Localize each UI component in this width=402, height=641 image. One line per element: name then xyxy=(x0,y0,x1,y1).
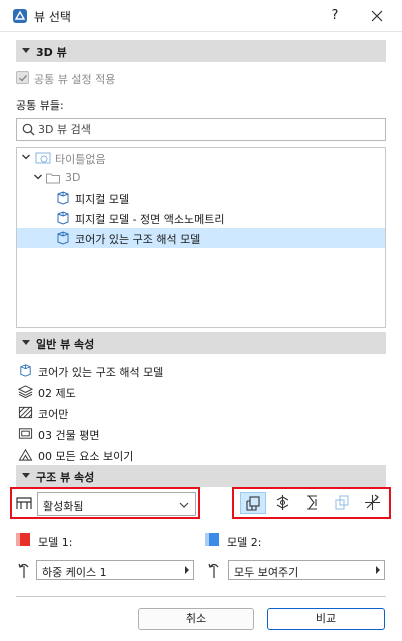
footer-separator xyxy=(16,596,386,597)
3d-view-icon xyxy=(57,211,69,225)
layers-icon xyxy=(18,385,33,399)
chevron-right-icon xyxy=(185,566,189,574)
axis-icon xyxy=(365,494,380,510)
surface-button[interactable] xyxy=(330,492,356,514)
title-bar: 뷰 선택 ? xyxy=(0,0,402,32)
section-3d-view-label: 3D 뷰 xyxy=(36,46,67,59)
tree-item-label: 코어가 있는 구조 해석 모델 xyxy=(75,233,201,246)
general-prop-label: 코어가 있는 구조 해석 모델 xyxy=(38,366,164,379)
surface-icon xyxy=(335,495,349,510)
3d-view-icon xyxy=(57,231,69,245)
structural-display-button[interactable] xyxy=(240,492,266,514)
tree-folder-row[interactable]: 3D xyxy=(17,168,385,188)
search-input[interactable] xyxy=(38,121,378,138)
model2-swatch xyxy=(205,533,219,546)
collapse-triangle-icon xyxy=(22,340,30,345)
checkmark-icon xyxy=(19,75,28,82)
general-prop-label: 03 건물 평면 xyxy=(38,429,100,442)
load-case-icon xyxy=(18,563,29,578)
general-prop-label: 02 제도 xyxy=(38,387,76,400)
chevron-right-icon xyxy=(376,566,380,574)
section-structural-label: 구조 뷰 속성 xyxy=(36,471,95,484)
tree-item-label: 피지컬 모델 xyxy=(75,193,130,206)
highlight-toolbar-box xyxy=(232,487,391,519)
tree-item-row[interactable]: 피지컬 모델 xyxy=(17,188,385,208)
compare-button[interactable]: 비교 xyxy=(267,608,385,630)
chevron-down-icon[interactable] xyxy=(21,152,31,162)
model-view-icon xyxy=(18,448,33,461)
structural-display-icon xyxy=(246,496,260,511)
project-icon xyxy=(35,152,51,164)
model1-swatch xyxy=(16,533,30,546)
help-button[interactable]: ? xyxy=(324,6,346,26)
analytical-model-icon xyxy=(20,364,31,377)
views-tree[interactable]: 타이틀없음 3D 피지컬 모델 피지컬 모델 - 정면 액소노메트리 코어가 있… xyxy=(16,147,386,328)
member-icon xyxy=(307,495,317,510)
chevron-down-icon xyxy=(179,502,189,508)
section-general-label: 일반 뷰 속성 xyxy=(36,338,95,351)
chevron-down-icon[interactable] xyxy=(33,172,43,182)
collapse-triangle-icon xyxy=(22,473,30,478)
structural-toolbar xyxy=(240,492,385,514)
model2-label: 모델 2: xyxy=(227,536,262,549)
section-3d-view-header[interactable]: 3D 뷰 xyxy=(16,40,386,62)
folder-icon xyxy=(46,173,60,184)
tree-root-label: 타이틀없음 xyxy=(55,153,106,166)
tree-item-label: 피지컬 모델 - 정면 액소노메트리 xyxy=(75,213,225,226)
cancel-button[interactable]: 취소 xyxy=(138,608,254,630)
support-icon xyxy=(276,495,289,510)
model1-label: 모델 1: xyxy=(38,536,73,549)
section-general-header[interactable]: 일반 뷰 속성 xyxy=(16,332,386,354)
tree-item-row[interactable]: 피지컬 모델 - 정면 액소노메트리 xyxy=(17,208,385,228)
model2-dropdown[interactable]: 모두 보여주기 xyxy=(228,560,385,580)
structural-mode-dropdown[interactable]: 활성화됨 xyxy=(37,492,196,516)
collapse-triangle-icon xyxy=(22,48,30,53)
window-title: 뷰 선택 xyxy=(34,10,71,24)
general-prop-label: 코어만 xyxy=(38,408,69,421)
close-icon[interactable] xyxy=(366,6,388,26)
plan-icon xyxy=(18,428,33,439)
load-case-icon xyxy=(208,563,219,578)
common-views-label: 공통 뷰들: xyxy=(16,99,64,112)
model2-dropdown-value: 모두 보여주기 xyxy=(234,566,299,579)
common-settings-label: 공통 뷰 설정 적용 xyxy=(34,73,116,86)
tree-folder-label: 3D xyxy=(65,171,81,184)
model1-dropdown-value: 하중 케이스 1 xyxy=(42,566,107,579)
axis-button[interactable] xyxy=(360,492,386,514)
common-settings-checkbox[interactable] xyxy=(16,71,29,84)
app-logo-icon xyxy=(13,9,27,23)
support-button[interactable] xyxy=(270,492,296,514)
model1-dropdown[interactable]: 하중 케이스 1 xyxy=(36,560,194,580)
section-structural-header[interactable]: 구조 뷰 속성 xyxy=(16,465,386,487)
3d-view-icon xyxy=(57,191,69,205)
structural-frame-icon xyxy=(16,497,32,509)
tree-item-row-selected[interactable]: 코어가 있는 구조 해석 모델 xyxy=(17,228,385,248)
highlight-mode-box: 활성화됨 xyxy=(10,487,200,519)
tree-root-row[interactable]: 타이틀없음 xyxy=(17,148,385,168)
search-field[interactable] xyxy=(16,118,386,141)
hatch-icon xyxy=(18,406,33,419)
search-icon xyxy=(22,123,35,136)
member-button[interactable] xyxy=(300,492,326,514)
general-prop-label: 00 모든 요소 보이기 xyxy=(38,450,134,463)
structural-mode-value: 활성화됨 xyxy=(43,500,84,513)
